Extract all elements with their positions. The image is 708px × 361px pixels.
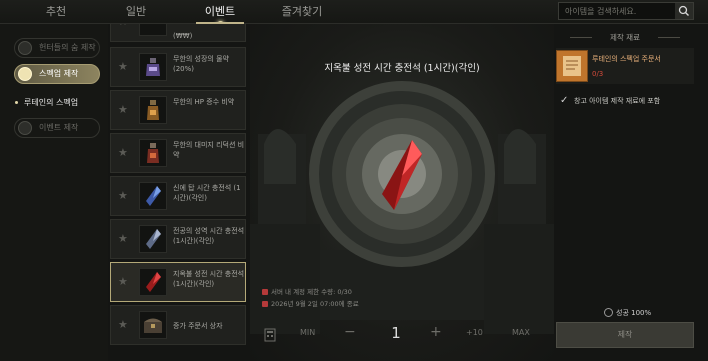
success-icon: [604, 308, 613, 317]
limit-text: 서버 내 계정 제한 수량: 0/30: [271, 288, 352, 296]
calculator-icon[interactable]: [264, 328, 276, 342]
materials-title: 제작 재료: [556, 32, 694, 43]
plus-button[interactable]: +: [430, 324, 442, 340]
item-label: 신에 탑 시간 충전석 (1시간)(각인): [173, 184, 241, 202]
min-button[interactable]: MIN: [300, 328, 315, 337]
tab-label: 추천: [45, 5, 67, 18]
crystal-red-icon: [382, 140, 422, 210]
search-input[interactable]: [559, 3, 674, 19]
favorite-star-icon[interactable]: ★: [118, 232, 128, 245]
quantity-value[interactable]: 1: [386, 324, 406, 342]
nav-hunter-crafting[interactable]: 헌터들의 숨 제작: [14, 38, 100, 58]
checkbox-label: 창고 아이템 제작 재료에 포함: [574, 97, 661, 105]
item-label: 무한의 대미지 리덕션 비약: [173, 141, 245, 159]
item-preview-panel: 지옥불 성전 시간 충전석 (1시간)(각인) 서버 내 계정 제한 수량: 0…: [250, 24, 554, 361]
list-item[interactable]: ★ 전공의 성역 시간 충전석 (1시간)(각인): [110, 219, 246, 259]
search-button[interactable]: [675, 3, 693, 19]
max-button[interactable]: MAX: [512, 328, 530, 337]
favorite-star-icon[interactable]: ★: [118, 275, 128, 288]
favorite-star-icon[interactable]: ★: [118, 189, 128, 202]
checkmark-icon: ✓: [560, 95, 569, 106]
end-date-text: 2026년 9월 2일 07:00에 종료: [262, 298, 359, 308]
list-item[interactable]: ★ 신에 탑 시간 충전석 (1시간)(각인): [110, 176, 246, 216]
list-item[interactable]: ★ 무한의 대미지 리덕션 비약: [110, 133, 246, 173]
favorite-star-icon[interactable]: ★: [118, 318, 128, 331]
plus10-button[interactable]: +10: [466, 328, 483, 337]
limit-icon: [262, 289, 268, 295]
crystal-steel-icon: [139, 225, 167, 253]
material-count: 0/3: [592, 70, 604, 78]
tab-recommended[interactable]: 추천: [30, 0, 82, 24]
item-label: (₩₩): [173, 32, 193, 40]
top-tab-bar: 추천 일반 이벤트 즐겨찾기: [0, 0, 708, 28]
nav-sub-lutein-specup[interactable]: 루테인의 스펙업: [14, 97, 78, 108]
favorite-star-icon[interactable]: ★: [118, 24, 128, 28]
item-label: 증가 주문서 상자: [173, 322, 223, 330]
favorite-star-icon[interactable]: ★: [118, 60, 128, 73]
item-label: 전공의 성역 시간 충전석 (1시간)(각인): [173, 227, 245, 245]
success-rate: 성공 100%: [604, 308, 651, 318]
crystal-blue-icon: [139, 182, 167, 210]
tab-label: 즐겨찾기: [281, 5, 323, 18]
category-icon: [18, 41, 32, 55]
search-icon: [678, 5, 689, 16]
tab-general[interactable]: 일반: [110, 0, 162, 24]
success-value: 100%: [631, 309, 652, 317]
material-card[interactable]: 루테인의 스펙업 주문서 0/3: [556, 48, 694, 84]
left-category-nav: 헌터들의 숨 제작 스펙업 제작 루테인의 스펙업 이벤트 제작: [0, 24, 108, 361]
tab-favorites[interactable]: 즐겨찾기: [272, 0, 332, 24]
materials-panel: 제작 재료 루테인의 스펙업 주문서 0/3 ✓ 창고 아이템 제작 재료에 포…: [556, 24, 708, 361]
item-label: 무한의 HP 증수 비약: [173, 98, 235, 106]
list-item[interactable]: ★ 무한의 성장의 물약 (20%): [110, 47, 246, 87]
tab-label: 이벤트: [204, 5, 236, 18]
item-title: 지옥불 성전 시간 충전석 (1시간)(각인): [324, 63, 480, 74]
list-item-selected[interactable]: ★ 지옥불 성전 시간 충전석 (1시간)(각인): [110, 262, 246, 302]
account-limit-text: 서버 내 계정 제한 수량: 0/30: [262, 286, 352, 296]
scroll-icon: [556, 50, 588, 82]
date-text: 2026년 9월 2일 07:00에 종료: [271, 300, 359, 308]
potion-red-icon: [139, 139, 167, 167]
success-label: 성공: [616, 309, 629, 317]
item-label: 무한의 성장의 물약 (20%): [173, 55, 229, 73]
nav-item-label: 헌터들의 숨 제작: [39, 43, 96, 52]
chest-icon: [139, 311, 167, 339]
nav-event-crafting[interactable]: 이벤트 제작: [14, 118, 100, 138]
quantity-stepper: MIN − 1 + +10 MAX: [262, 322, 554, 348]
craft-button[interactable]: 제작: [556, 322, 694, 348]
nav-item-label: 스펙업 제작: [39, 69, 79, 78]
tab-event[interactable]: 이벤트: [190, 0, 250, 28]
category-icon: [18, 121, 32, 135]
tab-label: 일반: [125, 5, 147, 18]
item-thumbnail: [139, 24, 167, 36]
search-box: [558, 2, 694, 20]
calendar-icon: [262, 301, 268, 307]
minus-button[interactable]: −: [344, 324, 356, 340]
crystal-red-icon: [139, 268, 167, 296]
potion-purple-icon: [139, 53, 167, 81]
nav-specup-crafting[interactable]: 스펙업 제작: [14, 64, 100, 84]
nav-item-label: 이벤트 제작: [39, 123, 79, 132]
list-item[interactable]: ★ (₩₩): [110, 24, 246, 42]
list-item[interactable]: ★ 무한의 HP 증수 비약: [110, 90, 246, 130]
potion-orange-icon: [139, 96, 167, 124]
favorite-star-icon[interactable]: ★: [118, 103, 128, 116]
favorite-star-icon[interactable]: ★: [118, 146, 128, 159]
category-icon: [18, 67, 32, 81]
material-name: 루테인의 스펙업 주문서: [592, 55, 661, 63]
include-warehouse-checkbox[interactable]: ✓ 창고 아이템 제작 재료에 포함: [560, 95, 661, 106]
recipe-list: ★ (₩₩) ★ 무한의 성장의 물약 (20%) ★ 무한의 HP 증수 비약…: [110, 24, 248, 346]
list-item[interactable]: ★ 증가 주문서 상자: [110, 305, 246, 345]
item-label: 지옥불 성전 시간 충전석 (1시간)(각인): [173, 270, 245, 288]
